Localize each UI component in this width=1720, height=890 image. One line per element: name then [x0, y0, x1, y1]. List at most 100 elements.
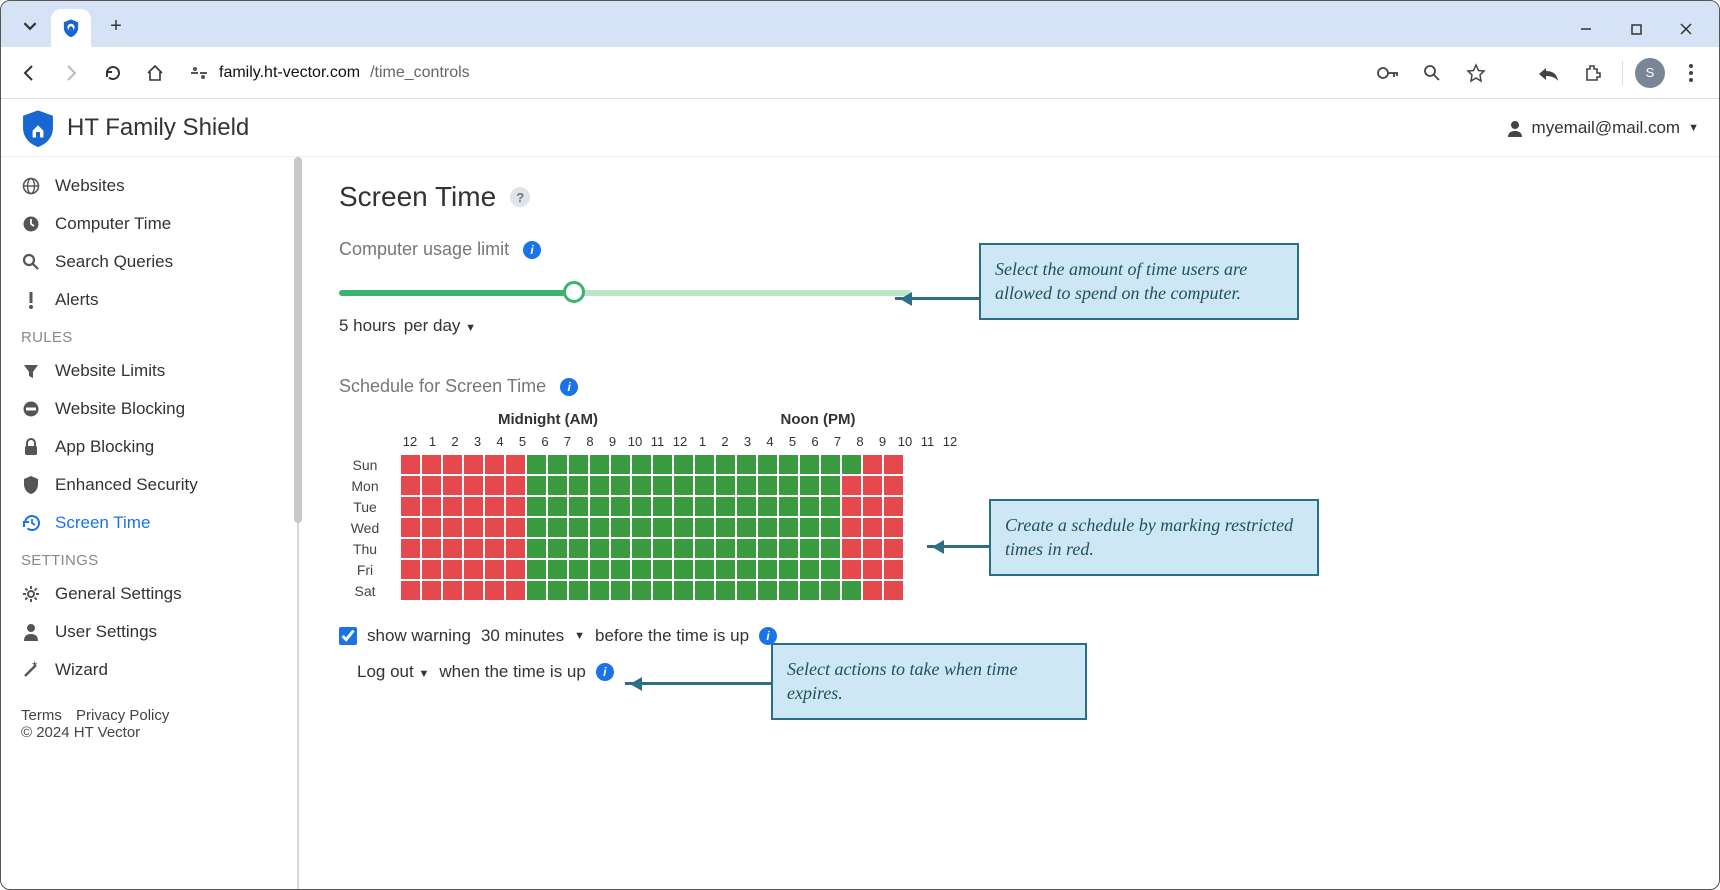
slider-thumb[interactable] [563, 281, 585, 303]
sidebar-item-enhanced-security[interactable]: Enhanced Security [1, 466, 297, 504]
schedule-cell[interactable] [568, 559, 589, 580]
schedule-cell[interactable] [547, 580, 568, 601]
help-icon[interactable]: ? [510, 187, 530, 207]
zoom-icon[interactable] [1414, 55, 1450, 91]
schedule-cell[interactable] [694, 496, 715, 517]
schedule-cell[interactable] [673, 496, 694, 517]
window-minimize[interactable] [1561, 11, 1611, 47]
schedule-cell[interactable] [568, 496, 589, 517]
window-maximize[interactable] [1611, 11, 1661, 47]
schedule-cell[interactable] [673, 580, 694, 601]
schedule-cell[interactable] [421, 454, 442, 475]
schedule-cell[interactable] [799, 496, 820, 517]
schedule-cell[interactable] [421, 538, 442, 559]
schedule-cell[interactable] [589, 538, 610, 559]
privacy-link[interactable]: Privacy Policy [76, 707, 169, 724]
schedule-cell[interactable] [799, 454, 820, 475]
schedule-cell[interactable] [484, 475, 505, 496]
sidebar-item-general-settings[interactable]: General Settings [1, 575, 297, 613]
schedule-cell[interactable] [736, 517, 757, 538]
schedule-cell[interactable] [547, 559, 568, 580]
schedule-cell[interactable] [631, 580, 652, 601]
schedule-cell[interactable] [400, 475, 421, 496]
schedule-cell[interactable] [631, 454, 652, 475]
info-icon[interactable]: i [523, 241, 541, 259]
schedule-cell[interactable] [841, 538, 862, 559]
schedule-cell[interactable] [820, 517, 841, 538]
schedule-cell[interactable] [883, 538, 904, 559]
schedule-cell[interactable] [841, 475, 862, 496]
schedule-cell[interactable] [421, 475, 442, 496]
schedule-cell[interactable] [568, 580, 589, 601]
schedule-cell[interactable] [883, 496, 904, 517]
schedule-cell[interactable] [463, 517, 484, 538]
schedule-cell[interactable] [799, 538, 820, 559]
schedule-cell[interactable] [778, 496, 799, 517]
schedule-cell[interactable] [589, 496, 610, 517]
schedule-cell[interactable] [715, 559, 736, 580]
schedule-cell[interactable] [442, 559, 463, 580]
schedule-cell[interactable] [673, 475, 694, 496]
address-bar[interactable]: family.ht-vector.com/time_controls [189, 63, 470, 83]
schedule-cell[interactable] [694, 538, 715, 559]
schedule-cell[interactable] [568, 517, 589, 538]
sidebar-item-wizard[interactable]: Wizard [1, 651, 297, 689]
schedule-cell[interactable] [631, 475, 652, 496]
schedule-cell[interactable] [610, 475, 631, 496]
schedule-cell[interactable] [526, 580, 547, 601]
schedule-cell[interactable] [778, 559, 799, 580]
schedule-cell[interactable] [715, 496, 736, 517]
schedule-cell[interactable] [568, 454, 589, 475]
schedule-cell[interactable] [505, 580, 526, 601]
schedule-cell[interactable] [400, 538, 421, 559]
schedule-cell[interactable] [736, 496, 757, 517]
schedule-cell[interactable] [715, 475, 736, 496]
schedule-cell[interactable] [610, 580, 631, 601]
schedule-cell[interactable] [652, 475, 673, 496]
schedule-cell[interactable] [610, 538, 631, 559]
schedule-cell[interactable] [778, 475, 799, 496]
schedule-cell[interactable] [526, 475, 547, 496]
schedule-cell[interactable] [652, 517, 673, 538]
schedule-cell[interactable] [673, 454, 694, 475]
schedule-cell[interactable] [547, 517, 568, 538]
schedule-cell[interactable] [589, 517, 610, 538]
schedule-cell[interactable] [484, 580, 505, 601]
sidebar-item-website-blocking[interactable]: Website Blocking [1, 390, 297, 428]
browser-menu-icon[interactable] [1673, 55, 1709, 91]
schedule-cell[interactable] [421, 559, 442, 580]
schedule-cell[interactable] [610, 496, 631, 517]
schedule-cell[interactable] [778, 538, 799, 559]
schedule-cell[interactable] [715, 517, 736, 538]
nav-back[interactable] [11, 55, 47, 91]
schedule-cell[interactable] [442, 475, 463, 496]
usage-period-dropdown[interactable]: per day ▼ [404, 316, 476, 336]
schedule-cell[interactable] [862, 496, 883, 517]
schedule-cell[interactable] [883, 559, 904, 580]
schedule-cell[interactable] [442, 496, 463, 517]
extensions-icon[interactable] [1574, 55, 1610, 91]
schedule-cell[interactable] [778, 580, 799, 601]
schedule-cell[interactable] [547, 475, 568, 496]
show-warning-checkbox[interactable] [339, 627, 357, 645]
schedule-cell[interactable] [421, 496, 442, 517]
active-tab[interactable] [51, 9, 91, 47]
schedule-cell[interactable] [652, 454, 673, 475]
schedule-cell[interactable] [736, 454, 757, 475]
schedule-cell[interactable] [442, 454, 463, 475]
schedule-cell[interactable] [757, 559, 778, 580]
sidebar-item-user-settings[interactable]: User Settings [1, 613, 297, 651]
schedule-cell[interactable] [400, 559, 421, 580]
schedule-cell[interactable] [820, 454, 841, 475]
schedule-cell[interactable] [694, 454, 715, 475]
schedule-cell[interactable] [610, 517, 631, 538]
sidebar-item-app-blocking[interactable]: App Blocking [1, 428, 297, 466]
reply-arrow-icon[interactable] [1530, 55, 1566, 91]
schedule-cell[interactable] [757, 538, 778, 559]
profile-avatar[interactable]: S [1635, 58, 1665, 88]
schedule-cell[interactable] [526, 517, 547, 538]
schedule-cell[interactable] [547, 454, 568, 475]
schedule-cell[interactable] [862, 475, 883, 496]
password-key-icon[interactable] [1370, 55, 1406, 91]
schedule-cell[interactable] [820, 580, 841, 601]
